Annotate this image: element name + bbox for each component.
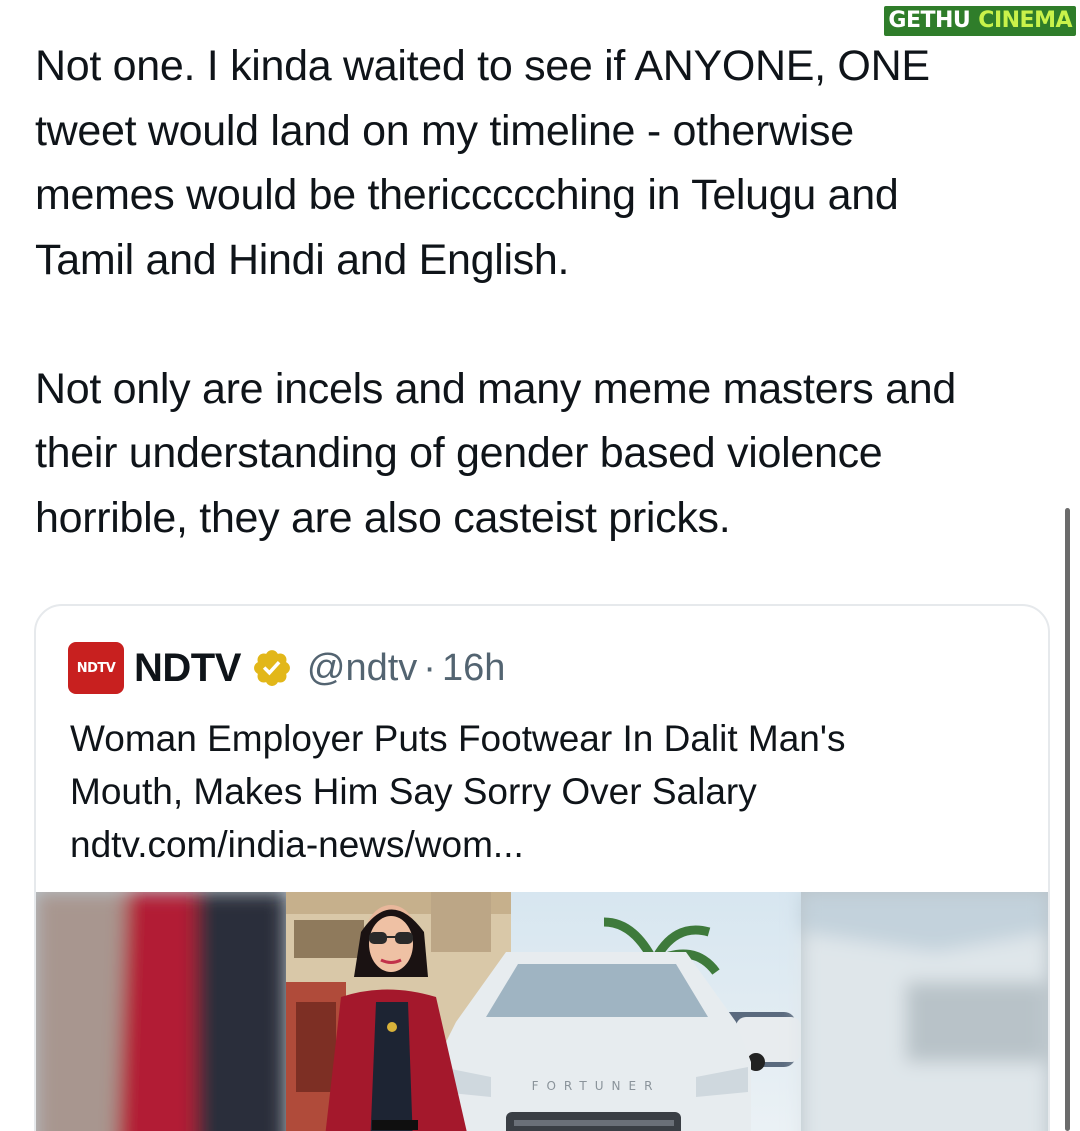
tweet-text: Not one. I kinda waited to see if ANYONE… (35, 34, 1055, 550)
quoted-tweet-card[interactable]: NDTV NDTV @ndtv · 16h Woman Employer Put… (34, 604, 1050, 1131)
blurred-right-panel (801, 892, 1048, 1131)
ndtv-avatar[interactable]: NDTV (68, 642, 124, 694)
watermark-gethu: GETHU (884, 6, 975, 36)
tweet-paragraph-2: Not only are incels and many meme master… (35, 364, 956, 542)
headline-line-2: Mouth, Makes Him Say Sorry Over Salary (70, 771, 757, 812)
screenshot-page: GETHU CINEMA Not one. I kinda waited to … (0, 0, 1080, 1131)
quoted-author-handle[interactable]: @ndtv (307, 647, 417, 690)
quoted-tweet-body: Woman Employer Puts Footwear In Dalit Ma… (70, 712, 1030, 871)
quoted-timestamp[interactable]: 16h (442, 647, 505, 690)
article-photo-illustration: FORTUNER (36, 892, 1048, 1131)
watermark-cinema: CINEMA (974, 6, 1076, 36)
article-image[interactable]: FORTUNER (36, 892, 1048, 1131)
scrollbar[interactable] (1065, 508, 1070, 1131)
quoted-tweet-header: NDTV NDTV @ndtv · 16h (68, 640, 505, 696)
tweet-paragraph-1: Not one. I kinda waited to see if ANYONE… (35, 42, 930, 284)
ndtv-avatar-text: NDTV (76, 660, 116, 676)
blurred-left-panel (36, 892, 286, 1131)
verified-badge-icon (253, 650, 290, 686)
article-link[interactable]: ndtv.com/india-news/wom... (70, 818, 1030, 871)
car-badge-text: FORTUNER (532, 1079, 661, 1093)
watermark-logo: GETHU CINEMA (884, 6, 1076, 36)
center-photo: FORTUNER (286, 892, 801, 1131)
quoted-author-name[interactable]: NDTV (134, 646, 241, 691)
separator-dot: · (423, 646, 436, 689)
headline-line-1: Woman Employer Puts Footwear In Dalit Ma… (70, 718, 846, 759)
